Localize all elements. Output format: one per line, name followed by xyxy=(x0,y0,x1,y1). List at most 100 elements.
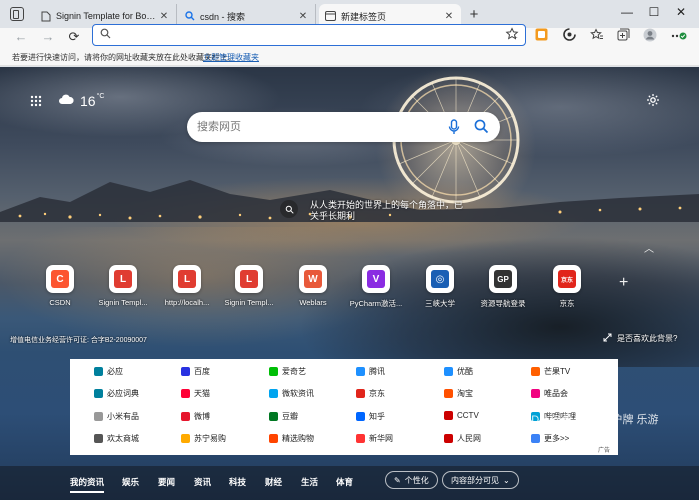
background-info[interactable]: 从人类开始的世界上的每个角落中，已关乎长期利 xyxy=(280,200,468,222)
directory-link-label: 苏宁易购 xyxy=(194,434,226,443)
quick-link-tile: 京东 xyxy=(553,265,581,293)
chevron-up-icon[interactable]: ︿ xyxy=(644,240,654,255)
quick-link-localhost[interactable]: L http://localh... xyxy=(155,265,219,307)
directory-link[interactable]: 淘宝 xyxy=(444,388,524,399)
personalize-button[interactable]: ✎ 个性化 xyxy=(385,471,438,489)
page-settings-icon[interactable] xyxy=(646,93,660,110)
microphone-icon[interactable] xyxy=(448,119,460,138)
address-bar[interactable]: + xyxy=(92,24,526,46)
manage-favorites-link[interactable]: 立即管理收藏夹 xyxy=(203,52,259,63)
tab-actions-icon[interactable] xyxy=(10,7,24,21)
quick-link-ctgu[interactable]: ◎ 三峡大学 xyxy=(408,265,472,309)
directory-link[interactable]: CCTV xyxy=(444,411,524,420)
site-logo-icon: 京东 xyxy=(558,270,576,288)
site-favicon-icon xyxy=(444,411,453,420)
directory-link-label: 腾讯 xyxy=(369,367,385,376)
directory-link[interactable]: 天猫 xyxy=(181,388,261,399)
browser-essentials-icon[interactable] xyxy=(560,28,578,46)
directory-link[interactable]: 更多>> xyxy=(531,433,611,444)
directory-link[interactable]: 百度 xyxy=(181,366,261,377)
new-tab-button[interactable]: + xyxy=(466,6,482,23)
directory-link[interactable]: 苏宁易购 xyxy=(181,433,261,444)
directory-link[interactable]: 腾讯 xyxy=(356,366,436,377)
directory-link[interactable]: 芒果TV xyxy=(531,366,611,377)
quick-link-jd[interactable]: 京东 京东 xyxy=(535,265,599,309)
content-settings-button[interactable]: 内容部分可见 ⌄ xyxy=(442,471,519,489)
favorites-icon[interactable] xyxy=(587,28,605,46)
maximize-button[interactable]: ☐ xyxy=(644,5,664,19)
directory-link[interactable]: 人民网 xyxy=(444,433,524,444)
site-favicon-icon xyxy=(181,367,190,376)
directory-link-label: 必应 xyxy=(107,367,123,376)
forward-button[interactable]: → xyxy=(39,28,57,46)
tab-title: Signin Template for Bootstrap xyxy=(56,11,158,21)
site-favicon-icon xyxy=(531,367,540,376)
quick-link-tile: V xyxy=(362,265,390,293)
favorites-bar: 若要进行快速访问，请将你的网址收藏夹放在此处收藏夹栏上。 立即管理收藏夹 xyxy=(0,46,699,66)
site-favicon-icon xyxy=(531,389,540,398)
collections-icon[interactable] xyxy=(614,28,632,46)
feed-tab[interactable]: 资讯 xyxy=(194,476,211,488)
image-caption[interactable]: 从人类开始的世界上的每个角落中，已关乎长期利 xyxy=(310,200,468,222)
add-quick-link-button[interactable]: + xyxy=(619,274,628,292)
weather-widget[interactable]: 16 °C xyxy=(58,93,104,109)
csdn-watermark: CSDN @萝卜炖.猪 沪牌 乐游 xyxy=(516,414,659,426)
cloud-icon xyxy=(58,94,74,108)
quick-link-tile: L xyxy=(109,265,137,293)
quick-link-signin-2[interactable]: L Signin Templ... xyxy=(217,265,281,307)
quick-link-label: 三峡大学 xyxy=(425,299,455,308)
directory-link[interactable]: 欢太商城 xyxy=(94,433,174,444)
apps-grid-icon[interactable] xyxy=(30,95,42,110)
feed-tab[interactable]: 娱乐 xyxy=(122,476,139,488)
directory-link[interactable]: 必应词典 xyxy=(94,388,174,399)
directory-link[interactable]: 新华网 xyxy=(356,433,436,444)
close-window-button[interactable]: ✕ xyxy=(671,5,691,19)
new-tab-page: 16 °C 从人类开始的世界上的每个角落中，已关乎长期利 ︿ C CSDN L … xyxy=(0,67,699,500)
directory-link[interactable]: 精选购物 xyxy=(269,433,349,444)
close-tab-icon[interactable]: ✕ xyxy=(158,11,170,22)
feed-tab[interactable]: 体育 xyxy=(336,476,353,488)
directory-link[interactable]: 唯品会 xyxy=(531,388,611,399)
site-favicon-icon xyxy=(94,389,103,398)
settings-more-icon[interactable] xyxy=(670,28,688,46)
quick-link-pycharm[interactable]: V PyCharm激活... xyxy=(344,265,408,309)
directory-link[interactable]: 京东 xyxy=(356,388,436,399)
search-input[interactable] xyxy=(197,112,437,142)
quick-link-label: http://localh... xyxy=(164,298,210,307)
newtab-page-icon xyxy=(325,11,336,22)
tab-title: 新建标签页 xyxy=(341,11,387,22)
directory-link[interactable]: 必应 xyxy=(94,366,174,377)
quick-link-csdn[interactable]: C CSDN xyxy=(28,265,92,307)
feed-tab[interactable]: 财经 xyxy=(265,476,282,488)
directory-link[interactable]: 小米有品 xyxy=(94,411,174,422)
feed-tab[interactable]: 生活 xyxy=(301,476,318,488)
close-tab-icon[interactable]: ✕ xyxy=(443,11,455,22)
minimize-button[interactable]: — xyxy=(617,5,637,19)
web-search-box xyxy=(187,112,500,142)
close-tab-icon[interactable]: ✕ xyxy=(297,11,309,22)
icp-license: 增值电信业务经营许可证: 合字B2-20090007 xyxy=(10,337,147,344)
quick-link-signin-1[interactable]: L Signin Templ... xyxy=(91,265,155,307)
site-favicon-icon xyxy=(356,389,365,398)
expand-icon xyxy=(603,333,612,344)
refresh-button[interactable]: ⟳ xyxy=(65,28,83,46)
search-submit-icon[interactable] xyxy=(474,119,489,137)
directory-link[interactable]: 微博 xyxy=(181,411,261,422)
quick-link-resource-nav[interactable]: GP 资源导航登录 xyxy=(471,265,535,309)
directory-link[interactable]: 爱奇艺 xyxy=(269,366,349,377)
add-favorite-icon[interactable]: + xyxy=(505,27,519,44)
directory-link[interactable]: 优酷 xyxy=(444,366,524,377)
image-search-icon[interactable] xyxy=(280,200,298,218)
profile-avatar[interactable] xyxy=(641,28,659,46)
feed-tab[interactable]: 科技 xyxy=(229,476,246,488)
directory-link-label: 淘宝 xyxy=(457,389,473,398)
feed-tab[interactable]: 要闻 xyxy=(158,476,175,488)
quick-link-weblars[interactable]: W Weblars xyxy=(281,265,345,307)
directory-link[interactable]: 微软资讯 xyxy=(269,388,349,399)
extension-icon[interactable] xyxy=(532,28,550,46)
like-background-button[interactable]: 是否喜欢此背景? xyxy=(603,333,677,344)
feed-tab[interactable]: 我的资讯 xyxy=(70,476,105,493)
directory-link[interactable]: 豆瓣 xyxy=(269,411,349,422)
back-button[interactable]: ← xyxy=(12,28,30,46)
directory-link[interactable]: 知乎 xyxy=(356,411,436,422)
